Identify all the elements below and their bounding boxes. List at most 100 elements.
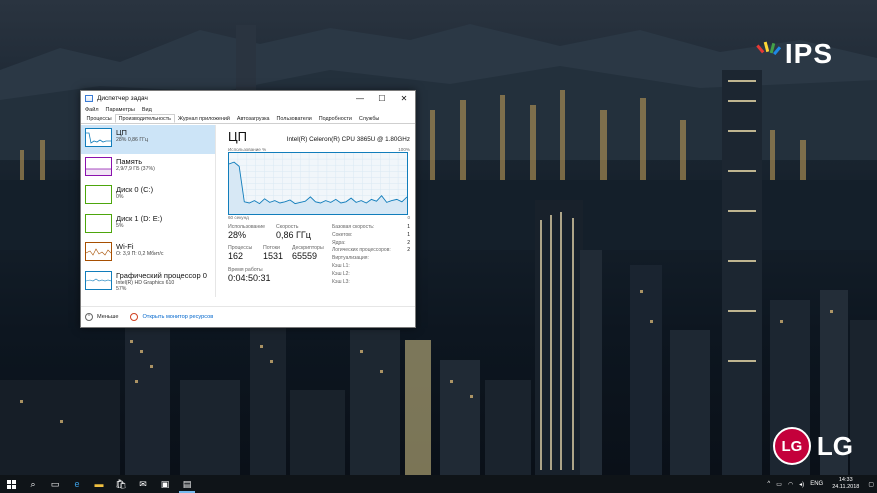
spec-row: Виртуализация:	[332, 255, 410, 263]
minimize-button[interactable]: —	[349, 91, 371, 105]
sidebar-item-label: Wi-Fi	[116, 242, 134, 251]
language-indicator[interactable]: ENG	[810, 481, 823, 487]
maximize-button[interactable]: ☐	[371, 91, 393, 105]
fewer-details-button[interactable]: Меньше	[97, 314, 118, 320]
disk1-mini-graph	[85, 213, 112, 233]
ips-logo: IPS	[755, 38, 833, 70]
lg-logo-text: LG	[816, 430, 853, 461]
sidebar-item-gpu[interactable]: Графический процессор 0 Intel(R) HD Grap…	[81, 268, 215, 297]
sidebar-item-label: Диск 1 (D: E:)	[116, 213, 163, 223]
spec-value: 2	[407, 247, 410, 254]
lg-emblem: LG	[772, 427, 811, 465]
start-button[interactable]	[0, 475, 22, 493]
memory-mini-graph	[85, 156, 112, 176]
graph-min: 0	[407, 215, 410, 220]
sidebar-item-cpu[interactable]: ЦП 28% 0,86 ГГц	[81, 125, 215, 154]
search-icon[interactable]: ⌕	[22, 475, 44, 493]
spec-row: Кэш L1:	[332, 263, 410, 271]
tab-performance[interactable]: Производительность	[115, 114, 175, 123]
spec-row: Сокетов: 1	[332, 232, 410, 240]
task-manager-icon	[85, 94, 93, 102]
disk0-mini-graph	[85, 185, 112, 204]
tab-details[interactable]: Подробности	[315, 114, 355, 123]
spec-key: Кэш L2:	[332, 270, 350, 277]
uptime-value: 0:04:50:31	[228, 273, 271, 283]
menu-view[interactable]: Вид	[142, 107, 152, 113]
clock[interactable]: 14:33 24.11.2018	[832, 477, 859, 491]
cpu-title: ЦП	[228, 129, 247, 144]
spec-value: 2	[407, 239, 410, 246]
edge-browser-icon[interactable]: e	[66, 475, 88, 493]
file-explorer-icon[interactable]: ▬	[88, 475, 110, 493]
performance-pane: ЦП 28% 0,86 ГГц Память 2,9/7,9 ГБ (37%) …	[81, 125, 415, 327]
sidebar-item-disk-1[interactable]: Диск 1 (D: E:) 5%	[81, 211, 215, 240]
spec-key: Базовая скорость:	[332, 224, 375, 230]
spec-value: 1	[407, 224, 410, 230]
chevron-up-icon[interactable]: ⌃	[85, 313, 93, 321]
task-view-icon[interactable]: ▭	[44, 475, 66, 493]
menu-bar: Файл Параметры Вид	[81, 105, 415, 114]
clock-time: 14:33	[838, 477, 853, 483]
tab-strip: Процессы Производительность Журнал прило…	[81, 114, 415, 124]
spec-row: Кэш L2:	[332, 271, 410, 279]
spec-value: 1	[407, 231, 410, 238]
spec-key: Виртуализация:	[332, 255, 369, 262]
handles-value: 65559	[292, 251, 318, 261]
resource-list: ЦП 28% 0,86 ГГц Память 2,9/7,9 ГБ (37%) …	[81, 125, 216, 297]
window-title: Диспетчер задач	[97, 94, 148, 102]
photos-icon[interactable]: ▣	[154, 475, 176, 493]
sidebar-item-value: О: 3,9 П: 0,2 Мбит/с	[116, 251, 164, 257]
spec-key: Кэш L1:	[332, 262, 350, 269]
sidebar-item-value: 5%	[116, 222, 124, 229]
mail-icon[interactable]: ✉	[132, 475, 154, 493]
gpu-mini-graph	[85, 270, 112, 290]
spec-row: Логических процессоров: 2	[332, 247, 410, 255]
window-footer: ⌃ Меньше Открыть монитор ресурсов	[81, 306, 415, 327]
taskbar: ⌕ ▭ e ▬ 🛍 ✉ ▣ ▤ ^ ▭ ◠ ◂) ENG 14:33 24.11…	[0, 475, 877, 493]
cpu-usage-trace	[229, 153, 407, 214]
menu-options[interactable]: Параметры	[106, 107, 135, 113]
spec-key: Ядра:	[332, 239, 346, 246]
battery-icon[interactable]: ▭	[776, 481, 782, 488]
sidebar-item-disk-0[interactable]: Диск 0 (C:) 0%	[81, 182, 215, 211]
sidebar-item-memory[interactable]: Память 2,9/7,9 ГБ (37%)	[81, 154, 215, 183]
network-icon[interactable]: ◠	[788, 481, 793, 488]
lg-logo: LG LG	[772, 427, 853, 465]
sidebar-item-label: Память	[116, 156, 143, 166]
cpu-detail: ЦП Intel(R) Celeron(R) CPU 3865U @ 1.80G…	[228, 125, 410, 297]
sidebar-item-wifi[interactable]: Wi-Fi О: 3,9 П: 0,2 Мбит/с	[81, 239, 215, 268]
notifications-icon[interactable]: ▢	[868, 481, 874, 488]
cpu-stats: Использование 28% Скорость 0,86 ГГц Проц…	[228, 224, 410, 294]
tab-app-history[interactable]: Журнал приложений	[175, 114, 234, 123]
ips-rays-icon	[756, 41, 781, 56]
menu-file[interactable]: Файл	[85, 107, 99, 113]
close-button[interactable]: ✕	[393, 91, 415, 105]
store-icon[interactable]: 🛍	[110, 475, 132, 493]
resource-monitor-link[interactable]: Открыть монитор ресурсов	[142, 314, 213, 320]
sidebar-item-label: Графический процессор 0	[116, 270, 207, 280]
spec-key: Логических процессоров:	[332, 247, 391, 254]
tab-services[interactable]: Службы	[355, 114, 382, 123]
title-bar[interactable]: Диспетчер задач — ☐ ✕	[81, 91, 415, 105]
cpu-spec-list: Базовая скорость: 1 Сокетов: 1 Ядра: 2 Логи…	[332, 224, 410, 286]
spec-row: Базовая скорость: 1	[332, 224, 410, 232]
sidebar-item-value: 28% 0,86 ГГц	[116, 137, 148, 143]
tab-startup[interactable]: Автозагрузка	[233, 114, 273, 123]
tab-processes[interactable]: Процессы	[83, 114, 115, 123]
sidebar-item-value: 0%	[116, 194, 124, 200]
cpu-usage-graph	[228, 152, 408, 215]
graph-seconds: 60 секунд	[228, 215, 249, 220]
task-manager-window: Диспетчер задач — ☐ ✕ Файл Параметры Вид…	[80, 90, 416, 328]
tab-users[interactable]: Пользователи	[273, 114, 315, 123]
sidebar-item-label: Диск 0 (C:)	[116, 185, 154, 194]
speed-value: 0,86 ГГц	[276, 230, 311, 240]
windows-logo-icon	[6, 479, 16, 489]
window-controls: — ☐ ✕	[349, 91, 415, 105]
threads-value: 1531	[263, 251, 284, 261]
volume-icon[interactable]: ◂)	[799, 481, 804, 488]
spec-row: Кэш L3:	[332, 279, 410, 287]
processes-value: 162	[228, 251, 244, 261]
system-tray: ^ ▭ ◠ ◂) ENG 14:33 24.11.2018 ▢	[764, 475, 877, 493]
task-manager-taskbar-icon[interactable]: ▤	[176, 475, 198, 493]
chevron-up-icon[interactable]: ^	[767, 481, 770, 487]
